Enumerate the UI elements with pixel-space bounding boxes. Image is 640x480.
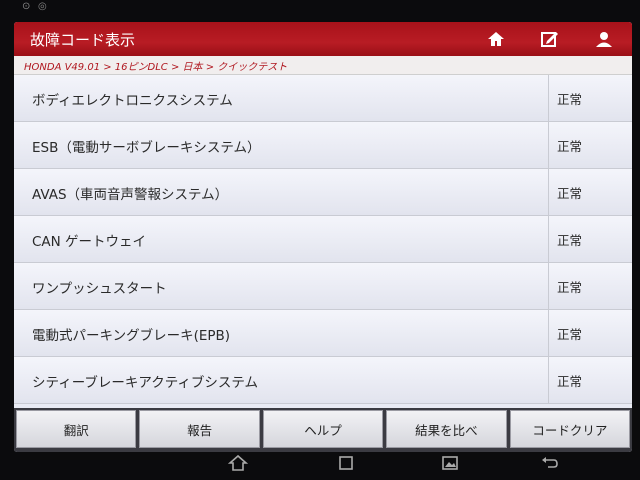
screenshot-icon[interactable] [440,454,460,472]
system-name: ESB（電動サーボブレーキシステム） [32,140,261,156]
app-screen: 故障コード表示 HONDA V49.01 > 16ピンDLC > 日本 > クイ… [14,22,632,452]
status-bar: ⊙ ◎ [0,0,640,22]
breadcrumb-bar: HONDA V49.01 > 16ピンDLC > 日本 > クイックテスト [14,56,632,75]
system-row[interactable]: ESB（電動サーボブレーキシステム） 正常 [14,122,632,169]
recent-apps-icon[interactable] [336,454,356,472]
clear-codes-button[interactable]: コードクリア [509,410,631,448]
breadcrumb: HONDA V49.01 > 16ピンDLC > 日本 > クイックテスト [24,62,288,73]
system-status: 正常 [548,216,632,262]
system-name: AVAS（車両音声警報システム） [32,187,229,203]
title-bar: 故障コード表示 [14,22,632,56]
system-name: シティーブレーキアクティブシステム [32,375,258,391]
edit-icon[interactable] [540,30,560,48]
system-list[interactable]: ボディエレクトロニクスシステム 正常 ESB（電動サーボブレーキシステム） 正常… [14,75,632,408]
compare-results-button[interactable]: 結果を比べ [386,410,507,448]
translate-button[interactable]: 翻訳 [16,410,137,448]
system-name: 電動式パーキングブレーキ(EPB) [32,328,231,344]
home-nav-icon[interactable] [227,454,249,472]
system-row[interactable]: シティーブレーキアクティブシステム 正常 [14,357,632,404]
system-name: ボディエレクトロニクスシステム [32,93,233,109]
user-icon[interactable] [594,30,614,48]
report-button[interactable]: 報告 [139,410,260,448]
system-name: CAN ゲートウェイ [32,234,147,250]
system-status: 正常 [548,263,632,309]
system-row[interactable]: AVAS（車両音声警報システム） 正常 [14,169,632,216]
help-button[interactable]: ヘルプ [262,410,384,448]
sync-icon: ◎ [38,1,47,12]
system-status: 正常 [548,169,632,215]
system-row[interactable]: ボディエレクトロニクスシステム 正常 [14,75,632,122]
system-status: 正常 [548,310,632,356]
system-row[interactable]: CAN ゲートウェイ 正常 [14,216,632,263]
system-nav-bar [0,452,640,480]
page-title: 故障コード表示 [30,31,136,49]
system-status: 正常 [548,75,632,121]
notification-icon: ⊙ [22,1,31,12]
system-row[interactable]: 電動式パーキングブレーキ(EPB) 正常 [14,310,632,357]
system-row[interactable]: ワンプッシュスタート 正常 [14,263,632,310]
system-name: ワンプッシュスタート [32,281,167,297]
home-icon[interactable] [486,30,506,48]
system-status: 正常 [548,122,632,168]
action-bar: 翻訳 報告 ヘルプ 結果を比べ コードクリア [14,408,632,452]
system-status: 正常 [548,357,632,403]
back-icon[interactable] [540,454,560,472]
